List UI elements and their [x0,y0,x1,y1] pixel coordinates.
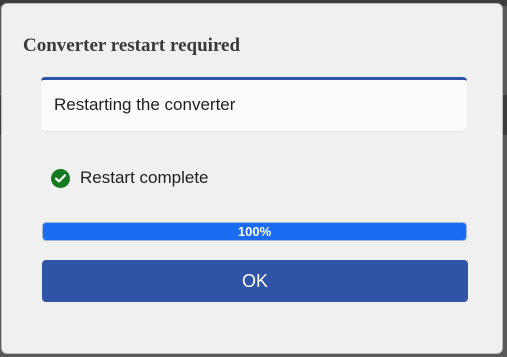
status-box: Restarting the converter [41,77,467,131]
status-text: Restarting the converter [54,95,236,114]
progress-bar: 100% [42,222,467,241]
restart-complete-text: Restart complete [80,168,209,187]
dialog-title: Converter restart required [23,35,241,56]
ok-button[interactable]: OK [42,260,468,302]
restart-complete-row: Restart complete [51,167,209,189]
progress-label: 100% [237,224,272,239]
restart-dialog: Converter restart required Restarting th… [1,3,503,354]
check-circle-icon [51,168,70,188]
